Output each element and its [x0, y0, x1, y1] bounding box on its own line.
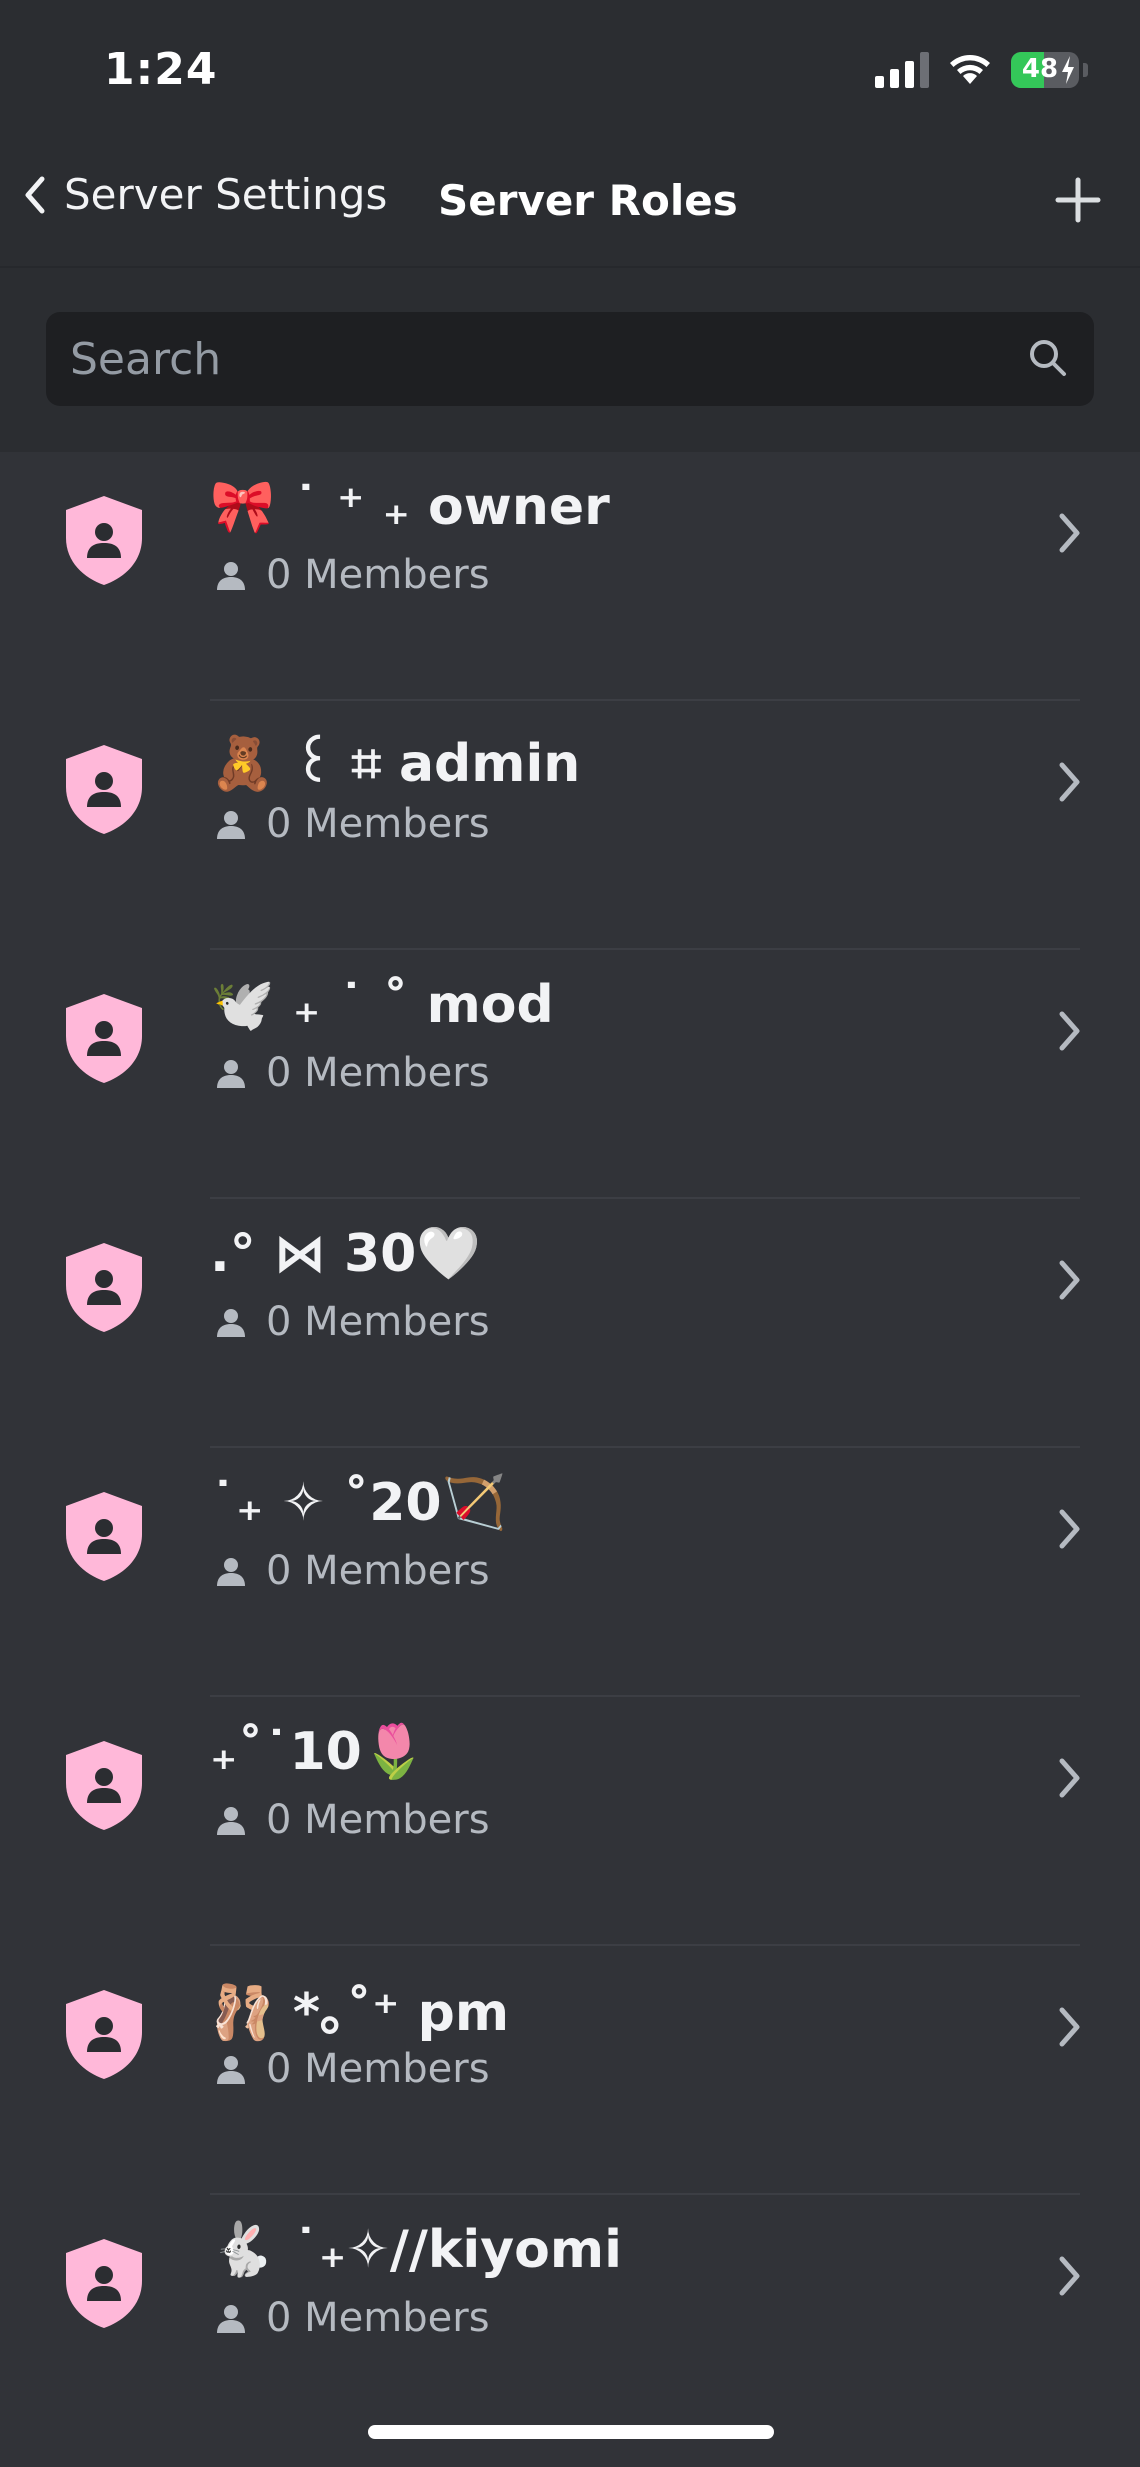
- battery-icon: 48: [1011, 52, 1079, 88]
- role-member-label: 0 Members: [266, 2046, 490, 2092]
- person-icon: [217, 2305, 245, 2333]
- role-row[interactable]: 🎀 ˙ ⁺ ₊ owner 0 Members: [0, 452, 1140, 701]
- chevron-right-icon: [1059, 2007, 1080, 2047]
- role-row[interactable]: 🧸 ꒰ ⌗ admin 0 Members: [0, 701, 1140, 950]
- person-icon: [217, 2056, 245, 2084]
- chevron-right-icon: [1059, 1011, 1080, 1051]
- chevron-right-icon: [1059, 1758, 1080, 1798]
- role-member-label: 0 Members: [266, 2295, 490, 2341]
- role-row[interactable]: 🕊️ ₊ ˙ ˚ mod 0 Members: [0, 950, 1140, 1199]
- charging-bolt-icon: [1062, 56, 1074, 84]
- role-member-label: 0 Members: [266, 552, 490, 598]
- role-shield-icon: [66, 1243, 142, 1332]
- person-icon: [217, 562, 245, 590]
- role-name: 🕊️ ₊ ˙ ˚ mod: [210, 975, 554, 1035]
- role-name: ₊˚˙10🌷: [210, 1722, 427, 1782]
- back-button-label: Server Settings: [64, 170, 388, 219]
- chevron-right-icon: [1059, 513, 1080, 553]
- person-icon: [217, 1558, 245, 1586]
- add-role-button[interactable]: [1054, 176, 1102, 228]
- back-button[interactable]: Server Settings: [20, 170, 387, 219]
- role-shield-icon: [66, 2239, 142, 2328]
- role-row[interactable]: 🩰 *｡˚⁺ pm 0 Members: [0, 1946, 1140, 2195]
- role-row[interactable]: 🐇 ˙₊✧//kiyomi 0 Members: [0, 2195, 1140, 2444]
- role-member-count: 0 Members: [214, 1050, 490, 1096]
- role-member-label: 0 Members: [266, 1548, 490, 1594]
- role-name: 🩰 *｡˚⁺ pm: [210, 1983, 510, 2043]
- role-name: 🎀 ˙ ⁺ ₊ owner: [210, 477, 610, 537]
- role-shield-icon: [66, 1741, 142, 1830]
- home-indicator[interactable]: [368, 2425, 774, 2439]
- role-shield-icon: [66, 994, 142, 1083]
- page-title: Server Roles: [438, 176, 738, 225]
- role-member-count: 0 Members: [214, 1299, 490, 1345]
- role-shield-icon: [66, 496, 142, 585]
- wifi-icon: [949, 54, 991, 86]
- role-row[interactable]: .° ⋈ 30🤍 0 Members: [0, 1199, 1140, 1448]
- status-time: 1:24: [104, 44, 218, 95]
- search-bar: [46, 312, 1094, 406]
- role-member-count: 0 Members: [214, 552, 490, 598]
- cellular-signal-icon: [875, 52, 929, 88]
- role-name: 🐇 ˙₊✧//kiyomi: [210, 2220, 622, 2280]
- person-icon: [217, 1807, 245, 1835]
- person-icon: [217, 811, 245, 839]
- role-row[interactable]: ₊˚˙10🌷 0 Members: [0, 1697, 1140, 1946]
- search-section: [0, 268, 1140, 452]
- role-member-label: 0 Members: [266, 1299, 490, 1345]
- battery-tip: [1083, 63, 1088, 77]
- chevron-right-icon: [1059, 762, 1080, 802]
- person-icon: [217, 1060, 245, 1088]
- role-member-count: 0 Members: [214, 2046, 490, 2092]
- role-member-label: 0 Members: [266, 801, 490, 847]
- status-indicators: 48: [875, 52, 1088, 88]
- role-member-label: 0 Members: [266, 1797, 490, 1843]
- role-shield-icon: [66, 1990, 142, 2079]
- chevron-left-icon: [25, 176, 45, 213]
- role-row[interactable]: ˙₊ ✧ ˚20🏹 0 Members: [0, 1448, 1140, 1697]
- role-member-count: 0 Members: [214, 801, 490, 847]
- roles-list: 🎀 ˙ ⁺ ₊ owner 0 Members 🧸 ꒰ ⌗ admin 0 Me…: [0, 452, 1140, 2444]
- role-member-count: 0 Members: [214, 1548, 490, 1594]
- role-member-label: 0 Members: [266, 1050, 490, 1096]
- person-icon: [217, 1309, 245, 1337]
- search-icon: [1030, 340, 1066, 376]
- plus-icon: [1055, 177, 1101, 223]
- server-roles-screen: 1:24 48 Server Settings Server Roles Sea…: [0, 0, 1140, 2467]
- role-name: ˙₊ ✧ ˚20🏹: [210, 1473, 507, 1533]
- role-member-count: 0 Members: [214, 1797, 490, 1843]
- search-input[interactable]: [70, 312, 1010, 406]
- chevron-right-icon: [1059, 1509, 1080, 1549]
- chevron-right-icon: [1059, 1260, 1080, 1300]
- chevron-right-icon: [1059, 2256, 1080, 2296]
- role-member-count: 0 Members: [214, 2295, 490, 2341]
- nav-bar: Server Settings Server Roles: [0, 140, 1140, 268]
- role-shield-icon: [66, 1492, 142, 1581]
- role-shield-icon: [66, 745, 142, 834]
- status-bar: 1:24 48: [0, 0, 1140, 140]
- role-name: .° ⋈ 30🤍: [210, 1224, 482, 1284]
- role-name: 🧸 ꒰ ⌗ admin: [210, 734, 581, 794]
